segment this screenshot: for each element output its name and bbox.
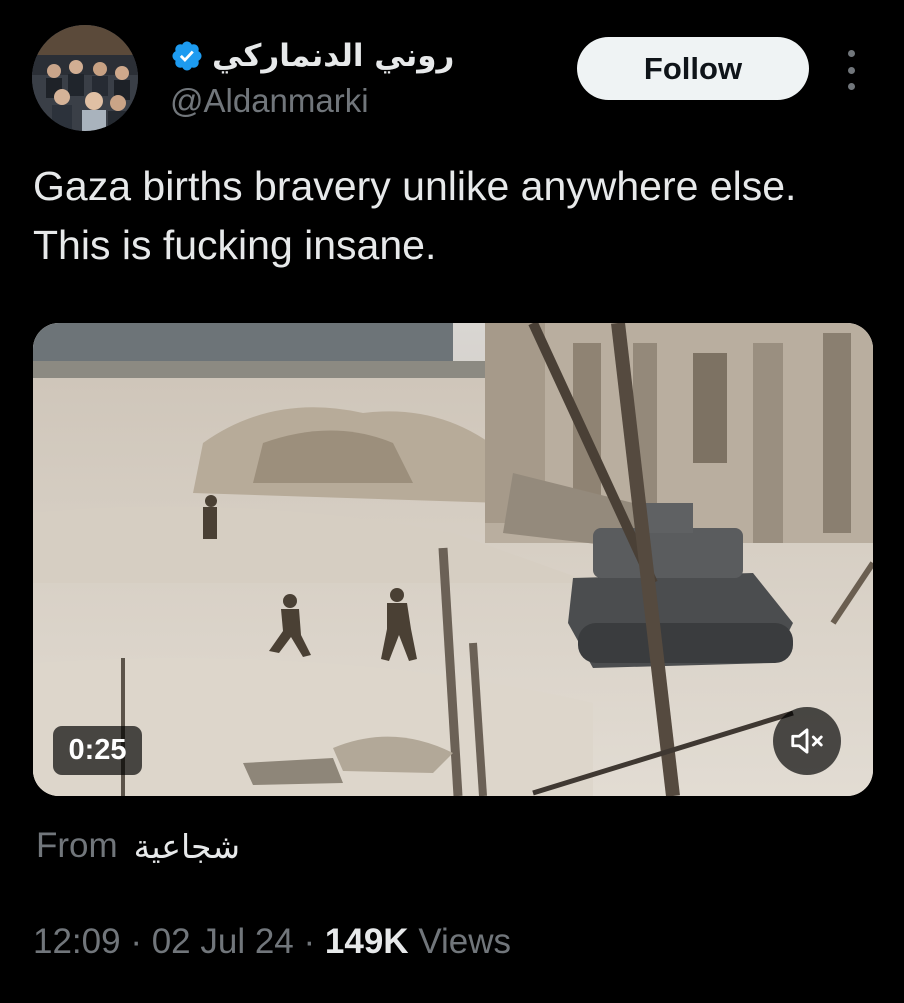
views-count: 149K bbox=[324, 922, 409, 961]
video-player[interactable] bbox=[33, 323, 873, 796]
follow-button[interactable]: Follow bbox=[577, 37, 809, 100]
tweet-text: Gaza births bravery unlike anywhere else… bbox=[33, 163, 797, 268]
tweet-time[interactable]: 12:09 bbox=[33, 922, 121, 961]
more-options-icon[interactable] bbox=[836, 48, 866, 92]
from-label: From bbox=[36, 826, 118, 865]
author-avatar[interactable] bbox=[32, 25, 138, 131]
meta-separator: · bbox=[303, 922, 316, 961]
views-label: Views bbox=[418, 922, 512, 961]
tweet-date[interactable]: 02 Jul 24 bbox=[152, 922, 294, 961]
author-display-name[interactable]: روني الدنماركي bbox=[212, 38, 454, 74]
video-thumbnail bbox=[33, 323, 873, 796]
volume-muted-icon bbox=[791, 728, 823, 754]
tweet-meta: 12:09 · 02 Jul 24 · 149K Views bbox=[33, 922, 511, 962]
author-name-row: روني الدنماركي bbox=[170, 34, 454, 78]
meta-separator: · bbox=[130, 922, 142, 961]
source-account-link[interactable]: شجاعية bbox=[134, 827, 240, 866]
media-source-row: From شجاعية bbox=[36, 822, 240, 870]
verified-badge-icon bbox=[172, 41, 202, 71]
avatar-image bbox=[32, 25, 138, 131]
video-duration-badge: 0:25 bbox=[53, 726, 142, 775]
mute-toggle-button[interactable] bbox=[773, 707, 841, 775]
author-handle[interactable]: @Aldanmarki bbox=[170, 82, 369, 120]
